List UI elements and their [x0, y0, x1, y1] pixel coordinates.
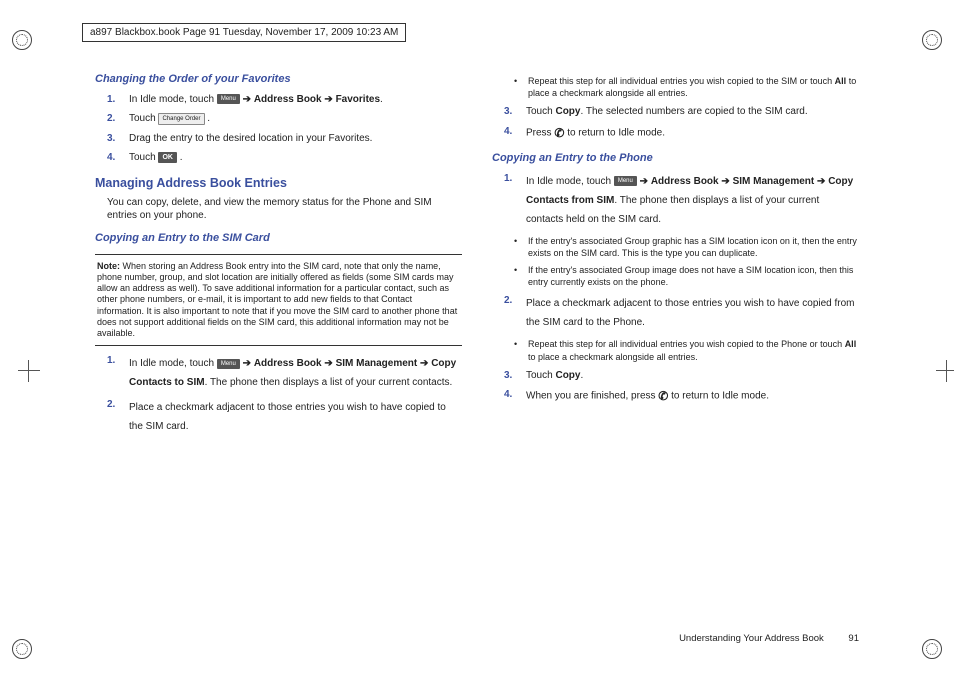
- arrow-icon: ➔: [243, 358, 251, 369]
- list-item: In Idle mode, touch Menu ➔ Address Book …: [129, 93, 462, 107]
- list-number: 2.: [504, 294, 526, 332]
- right-column: Repeat this step for all individual entr…: [492, 70, 859, 632]
- list-item: When you are finished, press ✆ to return…: [526, 388, 859, 404]
- crop-mark-icon: [922, 639, 942, 659]
- list-item: Place a checkmark adjacent to those entr…: [129, 398, 462, 436]
- crop-cross-icon: [936, 360, 954, 382]
- arrow-icon: ➔: [420, 358, 428, 369]
- bullet-item: If the entry's associated Group graphic …: [514, 235, 859, 259]
- bullet-item: Repeat this step for all individual entr…: [514, 75, 859, 99]
- menu-icon: Menu: [217, 94, 240, 104]
- page-footer: Understanding Your Address Book 91: [679, 633, 859, 644]
- note-block: Note: When storing an Address Book entry…: [95, 254, 462, 347]
- left-column: Changing the Order of your Favorites 1. …: [95, 70, 462, 632]
- list-number: 1.: [504, 172, 526, 229]
- framemaker-header: a897 Blackbox.book Page 91 Tuesday, Nove…: [82, 23, 406, 42]
- list-number: 1.: [107, 93, 129, 107]
- list-item: Touch Copy.: [526, 369, 859, 383]
- list-number: 2.: [107, 112, 129, 126]
- list-item: Place a checkmark adjacent to those entr…: [526, 294, 859, 332]
- list-number: 4.: [504, 388, 526, 404]
- list-number: 4.: [107, 151, 129, 165]
- list-number: 3.: [504, 369, 526, 383]
- crop-mark-icon: [922, 30, 942, 50]
- footer-text: Understanding Your Address Book: [679, 633, 824, 644]
- arrow-icon: ➔: [640, 176, 648, 187]
- end-call-icon: ✆: [658, 388, 668, 404]
- ok-icon: OK: [158, 152, 177, 163]
- crop-mark-icon: [12, 639, 32, 659]
- list-item: In Idle mode, touch Menu ➔ Address Book …: [526, 172, 859, 229]
- bullet-item: If the entry's associated Group image do…: [514, 264, 859, 288]
- heading-copy-to-sim: Copying an Entry to the SIM Card: [95, 231, 462, 246]
- list-number: 1.: [107, 354, 129, 392]
- heading-copy-to-phone: Copying an Entry to the Phone: [492, 151, 859, 166]
- page-number: 91: [848, 633, 859, 644]
- list-number: 4.: [504, 125, 526, 141]
- crop-mark-icon: [12, 30, 32, 50]
- note-text: When storing an Address Book entry into …: [97, 261, 457, 339]
- list-item: Touch Change Order .: [129, 112, 462, 126]
- heading-change-order: Changing the Order of your Favorites: [95, 72, 462, 87]
- arrow-icon: ➔: [721, 176, 729, 187]
- list-item: Press ✆ to return to Idle mode.: [526, 125, 859, 141]
- arrow-icon: ➔: [817, 176, 825, 187]
- list-number: 2.: [107, 398, 129, 436]
- change-order-icon: Change Order: [158, 113, 204, 125]
- paragraph: You can copy, delete, and view the memor…: [95, 196, 462, 223]
- list-number: 3.: [504, 105, 526, 119]
- menu-icon: Menu: [217, 359, 240, 369]
- note-label: Note:: [97, 261, 120, 271]
- bullet-item: Repeat this step for all individual entr…: [514, 338, 859, 362]
- arrow-icon: ➔: [243, 94, 251, 105]
- menu-icon: Menu: [614, 176, 637, 186]
- list-item: Touch OK .: [129, 151, 462, 165]
- list-item: In Idle mode, touch Menu ➔ Address Book …: [129, 354, 462, 392]
- arrow-icon: ➔: [324, 94, 332, 105]
- page-body: Changing the Order of your Favorites 1. …: [95, 70, 859, 632]
- list-item: Drag the entry to the desired location i…: [129, 132, 462, 146]
- crop-cross-icon: [18, 360, 40, 382]
- list-item: Touch Copy. The selected numbers are cop…: [526, 105, 859, 119]
- heading-managing-entries: Managing Address Book Entries: [95, 175, 462, 192]
- arrow-icon: ➔: [324, 358, 332, 369]
- end-call-icon: ✆: [554, 125, 564, 141]
- list-number: 3.: [107, 132, 129, 146]
